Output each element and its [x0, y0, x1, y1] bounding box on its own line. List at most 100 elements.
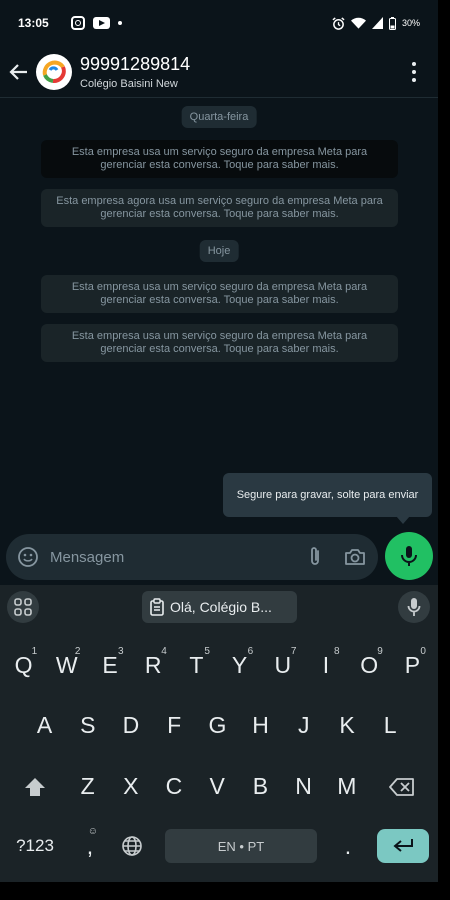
key-w[interactable]: W2: [47, 644, 86, 686]
date-chip: Quarta-feira: [181, 106, 257, 128]
key-x[interactable]: X: [111, 765, 150, 807]
key-label: F: [167, 711, 182, 738]
globe-icon: [122, 836, 142, 856]
status-bar-left: 13:05: [18, 16, 122, 30]
backspace-icon: [389, 778, 414, 796]
clipboard-suggestion[interactable]: Olá, Colégio B...: [142, 591, 297, 623]
chat-messages[interactable]: Quarta-feira Esta empresa usa um serviço…: [0, 98, 438, 528]
key-label: K: [339, 711, 355, 738]
key-v[interactable]: V: [198, 765, 237, 807]
key-l[interactable]: L: [371, 704, 410, 746]
message-input-bar: [6, 534, 378, 580]
key-c[interactable]: C: [154, 765, 193, 807]
key-e[interactable]: E3: [90, 644, 129, 686]
key-n[interactable]: N: [284, 765, 323, 807]
enter-icon: [393, 839, 413, 852]
key-g[interactable]: G: [198, 704, 237, 746]
key-j[interactable]: J: [284, 704, 323, 746]
camera-button[interactable]: [342, 544, 368, 570]
keyboard: Q1W2E3R4T5Y6U7I8O9P0 ASDFGHJKL ZXCVBNM ?…: [0, 630, 438, 882]
emoji-button[interactable]: [16, 545, 40, 569]
attach-button[interactable]: [302, 544, 328, 570]
comma-key[interactable]: , ☺: [72, 826, 108, 866]
key-label: J: [298, 711, 310, 738]
back-button[interactable]: [2, 52, 36, 92]
system-message[interactable]: Esta empresa usa um serviço seguro da em…: [41, 275, 398, 313]
key-d[interactable]: D: [111, 704, 150, 746]
key-label: U: [274, 651, 292, 678]
microphone-icon: [407, 598, 421, 616]
date-chip: Hoje: [199, 240, 239, 262]
menu-dot-icon: [412, 78, 416, 82]
key-r[interactable]: R4: [134, 644, 173, 686]
key-k[interactable]: K: [327, 704, 366, 746]
key-digit-hint: 8: [334, 646, 340, 657]
keyboard-apps-button[interactable]: [7, 591, 39, 623]
key-u[interactable]: U7: [263, 644, 302, 686]
key-label: N: [295, 772, 312, 799]
symbols-key[interactable]: ?123: [8, 826, 62, 866]
key-a[interactable]: A: [25, 704, 64, 746]
alarm-icon: [332, 16, 345, 30]
key-label: L: [383, 711, 397, 738]
key-label: E: [102, 651, 118, 678]
wifi-icon: [350, 17, 366, 29]
contact-name: 99991289814: [80, 53, 191, 74]
key-label: Y: [231, 651, 248, 678]
contact-info[interactable]: 99991289814 Colégio Baisini New: [80, 54, 190, 90]
key-digit-hint: 7: [290, 646, 297, 657]
contact-avatar[interactable]: [36, 53, 72, 90]
status-bar: 13:05 30%: [0, 0, 438, 46]
key-p[interactable]: P0: [393, 644, 432, 686]
key-label: Q: [14, 651, 33, 678]
period-key[interactable]: .: [330, 826, 366, 866]
key-y[interactable]: Y6: [220, 644, 259, 686]
key-label: S: [80, 711, 96, 738]
shift-key[interactable]: [13, 767, 57, 807]
grid-icon: [14, 598, 32, 616]
key-m[interactable]: M: [327, 765, 366, 807]
key-s[interactable]: S: [68, 704, 107, 746]
key-i[interactable]: I8: [306, 644, 345, 686]
key-label: X: [123, 772, 139, 799]
message-input[interactable]: [50, 548, 288, 566]
school-logo-icon: [42, 60, 66, 83]
key-q[interactable]: Q1: [4, 644, 43, 686]
key-digit-hint: 0: [420, 646, 426, 657]
voice-record-button[interactable]: [385, 532, 433, 580]
battery-icon: [388, 16, 396, 30]
key-f[interactable]: F: [155, 704, 194, 746]
voice-typing-button[interactable]: [398, 591, 430, 623]
space-key[interactable]: EN • PT: [165, 829, 317, 863]
key-digit-hint: 4: [161, 646, 167, 657]
key-h[interactable]: H: [241, 704, 280, 746]
backspace-key[interactable]: [380, 767, 424, 807]
key-label: T: [189, 651, 204, 678]
key-t[interactable]: T5: [177, 644, 216, 686]
key-digit-hint: 5: [204, 646, 210, 657]
chat-header: 99991289814 Colégio Baisini New: [0, 46, 438, 98]
status-bar-right: 30%: [332, 16, 420, 30]
key-label: B: [252, 772, 269, 799]
emoji-shortcut-label: ☺: [87, 826, 98, 837]
more-options-button[interactable]: [404, 60, 424, 84]
contact-subtitle: Colégio Baisini New: [80, 77, 178, 90]
key-label: H: [252, 711, 269, 738]
system-message[interactable]: Esta empresa agora usa um serviço seguro…: [41, 189, 398, 227]
enter-key[interactable]: [377, 829, 429, 863]
key-label: R: [144, 651, 162, 678]
key-label: I: [322, 651, 330, 678]
key-b[interactable]: B: [241, 765, 280, 807]
system-message[interactable]: Esta empresa usa um serviço seguro da em…: [41, 324, 398, 362]
system-message[interactable]: Esta empresa usa um serviço seguro da em…: [41, 140, 398, 178]
menu-dot-icon: [412, 70, 416, 74]
menu-dot-icon: [412, 62, 416, 66]
key-o[interactable]: O9: [350, 644, 389, 686]
system-nav-bar: [0, 882, 450, 900]
key-z[interactable]: Z: [68, 765, 107, 807]
language-key[interactable]: [114, 826, 150, 866]
key-label: D: [122, 711, 140, 738]
key-label: A: [36, 711, 53, 738]
camera-icon: [345, 549, 365, 565]
smiley-icon: [18, 547, 38, 567]
